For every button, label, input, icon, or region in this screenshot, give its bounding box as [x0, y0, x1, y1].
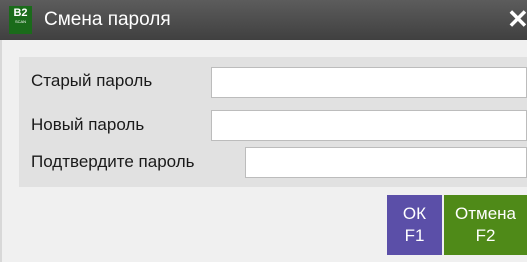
- ok-button[interactable]: ОК F1: [387, 195, 442, 255]
- cancel-button-label: Отмена: [455, 204, 516, 223]
- old-password-label: Старый пароль: [31, 71, 153, 90]
- change-password-dialog: B2 SCAN Смена пароля ✕ Старый пароль Нов…: [0, 0, 527, 262]
- title-bar[interactable]: B2 SCAN Смена пароля ✕: [0, 0, 527, 40]
- logo-subtext: SCAN: [14, 19, 27, 24]
- confirm-password-field[interactable]: [245, 147, 527, 178]
- cancel-button[interactable]: Отмена F2: [444, 195, 527, 255]
- window-title: Смена пароля: [44, 9, 171, 30]
- old-password-field[interactable]: [211, 67, 527, 98]
- confirm-password-label: Подтвердите пароль: [31, 152, 195, 171]
- close-icon[interactable]: ✕: [507, 5, 527, 33]
- ok-button-shortcut: F1: [404, 226, 425, 245]
- new-password-field[interactable]: [211, 110, 527, 141]
- new-password-label: Новый пароль: [31, 115, 145, 134]
- cancel-button-shortcut: F2: [475, 226, 496, 245]
- ok-button-label: ОК: [402, 204, 427, 223]
- app-logo-icon: B2 SCAN: [9, 6, 32, 34]
- window-border: [0, 40, 2, 262]
- logo-text: B2: [13, 7, 28, 19]
